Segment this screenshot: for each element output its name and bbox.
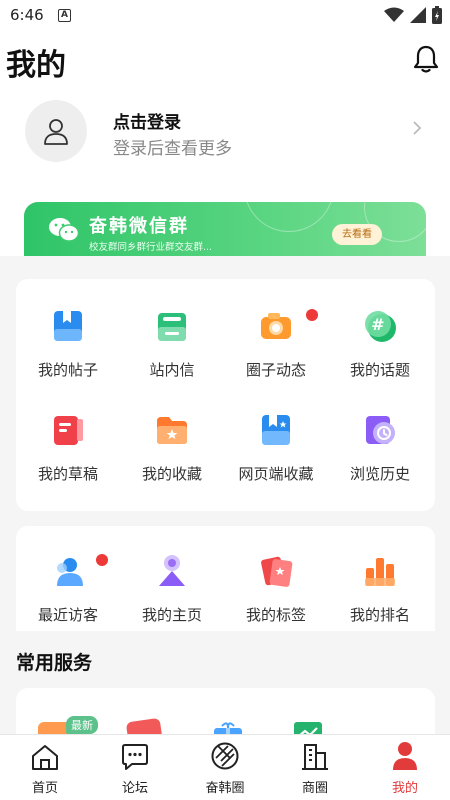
homepage-icon <box>155 554 189 588</box>
aperture-circle-icon <box>211 742 239 770</box>
grid-item-label: 我的主页 <box>141 606 202 624</box>
battery-icon <box>432 6 442 24</box>
grid-item-label: 网页端收藏 <box>238 465 314 483</box>
grid-item-my-ranking[interactable]: 我的排名 <box>328 554 432 625</box>
status-time: 6:46 <box>10 6 44 24</box>
wifi-icon <box>384 7 404 22</box>
forum-icon <box>122 744 148 770</box>
home-icon <box>32 745 58 770</box>
tab-label: 商圈 <box>301 781 328 796</box>
camera-icon <box>259 309 293 343</box>
profile-icon <box>393 742 417 770</box>
grid-item-label: 站内信 <box>149 361 195 379</box>
tab-circle[interactable]: 奋韩圈 <box>180 741 270 796</box>
services-title: 常用服务 <box>16 652 93 674</box>
avatar[interactable] <box>25 100 87 162</box>
tab-label: 首页 <box>31 781 58 796</box>
banner-go-button[interactable]: 去看看 <box>332 224 382 245</box>
user-icon <box>44 119 68 145</box>
wechat-icon <box>49 218 80 242</box>
grid-item-label: 我的话题 <box>349 361 410 379</box>
grid-item-my-topics[interactable]: # 我的话题 <box>328 309 432 380</box>
bell-icon[interactable] <box>412 44 440 74</box>
banner-subtitle: 校友群同乡群行业群交友群... <box>89 242 213 253</box>
page-header: 我的 <box>0 32 450 92</box>
grid-item-label: 我的草稿 <box>37 465 98 483</box>
status-icons <box>384 6 442 24</box>
grid-item-label: 我的收藏 <box>141 465 202 483</box>
grid-item-web-favorites[interactable]: 网页端收藏 <box>224 413 328 484</box>
tab-label: 奋韩圈 <box>205 781 245 796</box>
wechat-group-banner[interactable]: 奋韩微信群 校友群同乡群行业群交友群... 去看看 <box>24 202 426 256</box>
chevron-right-icon[interactable] <box>412 120 422 136</box>
signal-icon <box>410 7 426 23</box>
favorite-folder-icon <box>155 413 189 447</box>
bottom-tab-bar: 首页 论坛 奋韩圈 商圈 我的 <box>0 734 450 800</box>
my-features-card: 我的帖子 站内信 圈子动态 # 我的话题 我的草稿 我的收藏 网页端收藏 浏览历… <box>16 279 435 511</box>
banner-area: 奋韩微信群 校友群同乡群行业群交友群... 去看看 <box>0 176 450 256</box>
visitor-unread-dot <box>96 554 108 566</box>
grid-item-my-posts[interactable]: 我的帖子 <box>16 309 120 380</box>
ranking-icon <box>363 554 397 588</box>
grid-item-my-tags[interactable]: 我的标签 <box>224 554 328 625</box>
tab-business[interactable]: 商圈 <box>270 741 360 796</box>
login-title[interactable]: 点击登录 <box>113 108 181 133</box>
tab-profile[interactable]: 我的 <box>360 741 450 796</box>
hashtag-icon: # <box>363 309 397 343</box>
history-icon <box>363 413 397 447</box>
login-card[interactable]: 点击登录 登录后查看更多 <box>0 92 450 176</box>
page-title: 我的 <box>6 48 66 83</box>
grid-item-recent-visitors[interactable]: 最近访客 <box>16 554 120 625</box>
status-bar: 6:46 A <box>0 0 450 32</box>
grid-item-inbox[interactable]: 站内信 <box>120 309 318 380</box>
tab-label: 我的 <box>391 781 418 796</box>
grid-item-my-drafts[interactable]: 我的草稿 <box>16 413 120 484</box>
draft-icon <box>51 413 85 447</box>
svg-text:#: # <box>371 315 384 334</box>
grid-item-browse-history[interactable]: 浏览历史 <box>328 413 432 484</box>
inbox-icon <box>155 309 189 343</box>
new-badge: 最新 <box>66 716 98 734</box>
tab-label: 论坛 <box>121 781 148 796</box>
grid-item-label: 我的帖子 <box>37 361 98 379</box>
tab-home[interactable]: 首页 <box>0 741 90 796</box>
tab-forum[interactable]: 论坛 <box>90 741 180 796</box>
grid-item-label: 我的标签 <box>245 606 306 624</box>
grid-item-circle-updates[interactable]: 圈子动态 <box>224 309 328 380</box>
banner-title: 奋韩微信群 <box>89 216 189 237</box>
grid-item-label: 我的排名 <box>349 606 410 624</box>
tag-icon <box>259 554 293 588</box>
grid-item-label: 最近访客 <box>37 606 98 624</box>
post-icon <box>51 309 85 343</box>
notification-a-icon: A <box>58 9 71 22</box>
grid-item-label: 圈子动态 <box>245 361 306 379</box>
visitor-icon <box>51 554 85 588</box>
banner-decoration <box>244 202 334 232</box>
grid-item-my-favorites[interactable]: 我的收藏 <box>120 413 224 484</box>
web-favorite-icon <box>259 413 293 447</box>
social-features-card: 最近访客 我的主页 我的标签 我的排名 <box>16 526 435 631</box>
grid-item-label: 浏览历史 <box>349 465 410 483</box>
business-building-icon <box>302 744 328 770</box>
login-subtitle: 登录后查看更多 <box>113 139 232 159</box>
grid-item-my-homepage[interactable]: 我的主页 <box>120 554 224 625</box>
